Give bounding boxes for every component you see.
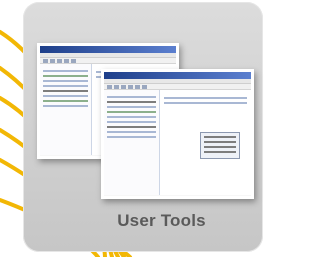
application-screenshot-front [101, 69, 254, 199]
tile-label[interactable]: User Tools [0, 211, 263, 231]
